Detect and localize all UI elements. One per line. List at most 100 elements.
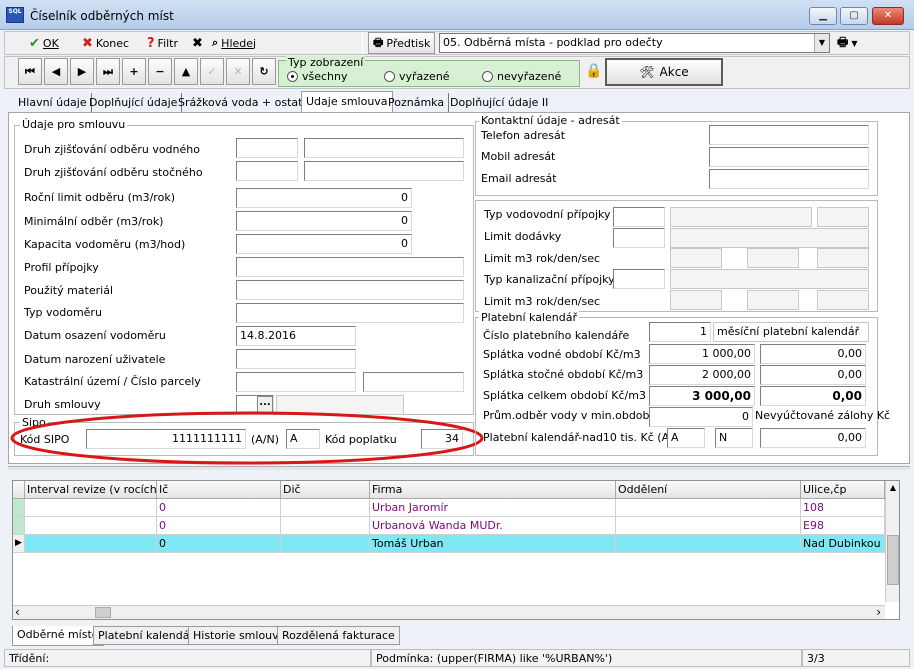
cell-oddeleni [616,499,801,517]
scroll-right-icon[interactable]: › [876,606,881,619]
print-button[interactable]: 🖶 ▼ [832,32,862,54]
tab-odberne-misto[interactable]: Odběrné místo [12,626,104,646]
druh-stocneho-desc-field[interactable] [304,161,464,181]
nad10-field-2[interactable]: N [715,428,753,448]
radio-nevyrazene[interactable]: nevyřazené [482,70,561,83]
tab-udaje-smlouva[interactable]: Udaje smlouva [301,91,393,113]
printer-icon: 🖶 [373,35,384,49]
delete-button[interactable]: − [148,58,172,85]
table-row[interactable]: 0 Urbanová Wanda MUDr. E98 [13,517,885,535]
nad10-field-3[interactable]: 0,00 [760,428,866,448]
scroll-left-icon[interactable]: ‹ [15,606,20,619]
min-odber-field[interactable]: 0 [236,211,412,231]
maximize-button[interactable]: ▢ [840,7,868,25]
typ-vodovodni-extra-field [817,207,869,227]
telefon-field[interactable] [709,125,869,145]
mobil-field[interactable] [709,147,869,167]
vertical-scroll-thumb[interactable] [887,535,899,585]
cell-ic: 0 [157,517,281,535]
konec-button[interactable]: ✖ Konec [77,32,134,54]
predtisk-button[interactable]: 🖶 Předtisk [368,32,436,54]
refresh-button[interactable]: ↻ [252,58,276,85]
datum-narozeni-field[interactable] [236,349,356,369]
close-button[interactable]: ✕ [872,7,904,25]
edit-button[interactable]: ▲ [174,58,198,85]
radio-vsechny[interactable]: všechny [287,70,348,83]
last-record-button[interactable]: ⏭ [96,58,120,85]
material-field[interactable] [236,280,464,300]
post-button[interactable]: ✓ [200,58,224,85]
profil-field[interactable] [236,257,464,277]
tab-hlavni-udaje[interactable]: Hlavní údaje [14,93,92,112]
horizontal-scroll-thumb[interactable] [95,607,111,618]
email-field[interactable] [709,169,869,189]
parcela-field[interactable] [363,372,464,392]
rocni-limit-field[interactable]: 0 [236,188,412,208]
first-record-button[interactable]: ⏮ [18,58,42,85]
cancel-button[interactable]: ✕ [226,58,250,85]
limit-m3-2-label: Limit m3 rok/den/sec [484,295,601,308]
splitter[interactable] [8,466,910,470]
tab-poznamka[interactable]: Poznámka [384,93,450,112]
filtr-button[interactable]: ? Filtr [142,32,183,54]
grid-header: Interval revize (v rocích) Ič Dič Firma … [13,481,885,499]
cislo-field[interactable]: 1 [649,322,711,342]
stocne-field-2[interactable]: 0,00 [760,365,866,385]
prev-record-button[interactable]: ◀ [44,58,68,85]
datum-osazeni-label: Datum osazení vodoměru [24,329,166,342]
druh-vodneho-code-field[interactable] [236,138,298,158]
kapacita-label: Kapacita vodoměru (m3/hod) [24,238,186,251]
tab-historie-smlouvy[interactable]: Historie smlouvy [188,626,291,645]
limit-m3-2-sec-field [817,290,869,310]
vodne-field-2[interactable]: 0,00 [760,344,866,364]
druh-stocneho-code-field[interactable] [236,161,298,181]
ok-button[interactable]: ✔ OK [24,32,64,54]
next-record-button[interactable]: ▶ [70,58,94,85]
vodne-field[interactable]: 1 000,00 [649,344,755,364]
lock-icon[interactable]: 🔒 [585,63,602,79]
typ-vodomeru-field[interactable] [236,303,464,323]
row-indicator [13,499,25,517]
cell-oddeleni [616,517,801,535]
typ-vodovodni-code-field[interactable] [613,207,665,227]
celkem-field-2[interactable]: 0,00 [760,386,866,406]
hledej-button[interactable]: ⌕ Hledej [207,32,261,54]
table-row-selected[interactable]: ▶ 0 Tomáš Urban Nad Dubinkou 163 [13,535,885,553]
tab-platebni-kalendar[interactable]: Platební kalendář [93,626,199,645]
col-oddeleni[interactable]: Oddělení [616,481,801,499]
kapacita-field[interactable]: 0 [236,234,412,254]
nad10-field[interactable]: A [667,428,705,448]
col-ic[interactable]: Ič [157,481,281,499]
limit-m3-2-rok-field [670,290,722,310]
tab-doplnujici-udaje-ii[interactable]: Doplňující údaje II [446,93,552,112]
cislo-label: Číslo platebního kalendáře [483,329,630,342]
cell-firma: Tomáš Urban [370,535,616,553]
table-row[interactable]: 0 Urban Jaromír 108 [13,499,885,517]
report-select[interactable]: 05. Odběrná místa - podklad pro odečty ▼ [439,33,830,53]
celkem-field[interactable]: 3 000,00 [649,386,755,406]
limit-dodavky-code-field[interactable] [613,228,665,248]
druh-stocneho-label: Druh zjišťování odběru stočného [24,166,203,179]
tab-srazkova-voda[interactable]: Srážková voda + ostatní [174,93,318,112]
tab-doplnujici-udaje[interactable]: Doplňující údaje [85,93,183,112]
minimize-button[interactable]: ▁ [809,7,837,25]
horizontal-scrollbar[interactable]: ‹ › [13,605,885,619]
typ-vodovodni-label: Typ vodovodní přípojky [484,208,611,221]
col-interval[interactable]: Interval revize (v rocích) [25,481,157,499]
druh-vodneho-desc-field[interactable] [304,138,464,158]
radio-vyrazene[interactable]: vyřazené [384,70,450,83]
datum-osazeni-field[interactable]: 14.8.2016 [236,326,356,346]
prum-field[interactable]: 0 [649,407,753,427]
col-dic[interactable]: Dič [281,481,370,499]
stocne-field[interactable]: 2 000,00 [649,365,755,385]
katastralni-field[interactable] [236,372,356,392]
col-firma[interactable]: Firma [370,481,616,499]
col-ulice[interactable]: Ulice,čp [801,481,885,499]
akce-button[interactable]: 🛠 Akce [605,58,723,86]
vertical-scrollbar[interactable]: ▲ [885,481,899,602]
scroll-up-icon[interactable]: ▲ [886,481,900,495]
clear-filter-button[interactable]: ✖ [187,32,208,54]
insert-button[interactable]: + [122,58,146,85]
tab-rozdelena-fakturace[interactable]: Rozdělená fakturace [277,626,400,645]
typ-kanalizacni-code-field[interactable] [613,269,665,289]
